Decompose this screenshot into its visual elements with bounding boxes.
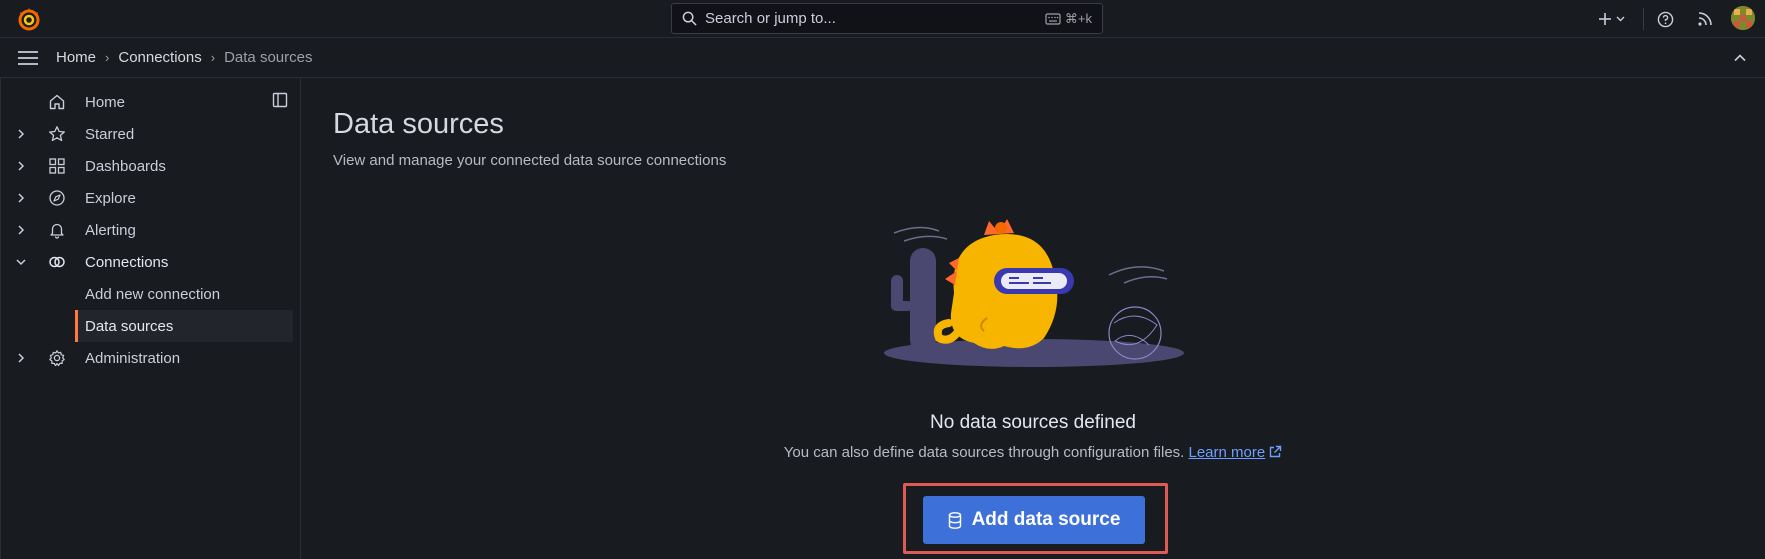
compass-icon [49,190,65,206]
star-icon [49,126,65,142]
page-subtitle: View and manage your connected data sour… [333,152,727,169]
chevron-right-icon[interactable] [15,224,27,236]
breadcrumb-data-sources: Data sources [224,49,313,66]
sidebar-item-explore[interactable]: Explore [1,182,301,214]
search-input[interactable]: Search or jump to... ⌘+k [671,3,1103,34]
sidebar-item-dashboards[interactable]: Dashboards [1,150,301,182]
page-title: Data sources [333,108,504,140]
rss-icon [1698,12,1712,26]
topbar-divider [1643,8,1644,30]
chevron-right-icon[interactable] [15,192,27,204]
sidebar-item-label: Starred [85,125,135,143]
sidebar-item-label: Administration [85,349,181,367]
new-button[interactable] [1596,9,1630,29]
news-button[interactable] [1695,9,1715,29]
menu-icon[interactable] [17,50,39,66]
sidebar-item-label: Dashboards [85,157,166,175]
grafana-logo-icon[interactable] [16,6,42,32]
shortcut-text: ⌘+k [1064,10,1092,26]
add-data-source-label: Add data source [971,509,1121,530]
sidebar-item-label: Add new connection [85,285,221,303]
database-icon [948,511,961,529]
breadcrumb-connections[interactable]: Connections [118,49,201,66]
sidebar: Home Starred Dashboards Explore Alerting… [0,78,301,559]
empty-state-illustration [884,219,1184,367]
empty-state-title: No data sources defined [930,412,1136,433]
breadcrumb: Home › Connections › Data sources [56,49,312,66]
sidebar-item-label: Home [85,93,126,111]
search-placeholder: Search or jump to... [705,10,836,27]
keyboard-icon [1045,12,1061,25]
sidebar-item-connections[interactable]: Connections [1,246,301,278]
sidebar-item-label: Alerting [85,221,136,239]
apps-icon [49,158,65,174]
link-icon [49,256,65,268]
chevron-right-icon[interactable] [15,160,27,172]
sidebar-item-label: Data sources [85,317,174,335]
sidebar-item-starred[interactable]: Starred [1,118,301,150]
home-icon [49,94,65,110]
user-avatar[interactable] [1731,6,1755,30]
chevron-right-icon: › [210,50,216,65]
main-content: Data sources View and manage your connec… [301,78,1765,559]
chevron-up-icon[interactable] [1732,50,1748,66]
chevron-right-icon[interactable] [15,128,27,140]
top-bar: Search or jump to... ⌘+k [0,0,1765,38]
avatar-icon [1731,6,1755,30]
breadcrumb-home[interactable]: Home [56,49,96,66]
chevron-right-icon[interactable] [15,352,27,364]
learn-more-link[interactable]: Learn more [1189,444,1283,461]
breadcrumb-bar: Home › Connections › Data sources [0,38,1765,78]
sidebar-item-administration[interactable]: Administration [1,342,301,374]
sidebar-item-add-new-connection[interactable]: Add new connection [75,278,293,310]
bell-icon [50,223,64,239]
help-button[interactable] [1655,9,1675,29]
chevron-down-icon[interactable] [15,256,27,268]
empty-state-description: You can also define data sources through… [301,444,1765,461]
learn-more-label: Learn more [1188,444,1266,461]
search-shortcut: ⌘+k [1045,11,1092,27]
external-link-icon [1270,445,1282,458]
search-icon [682,11,697,26]
sidebar-item-label: Explore [85,189,136,207]
chevron-right-icon: › [105,50,110,65]
add-data-source-button[interactable]: Add data source [923,496,1145,544]
cog-icon [49,350,65,367]
sidebar-item-data-sources[interactable]: Data sources [75,310,293,342]
sidebar-item-home[interactable]: Home [1,86,301,118]
empty-state-text: You can also define data sources through… [783,444,1185,461]
plus-icon [1599,13,1625,25]
sidebar-item-label: Connections [85,253,169,271]
help-icon [1657,11,1673,27]
sidebar-item-alerting[interactable]: Alerting [1,214,301,246]
